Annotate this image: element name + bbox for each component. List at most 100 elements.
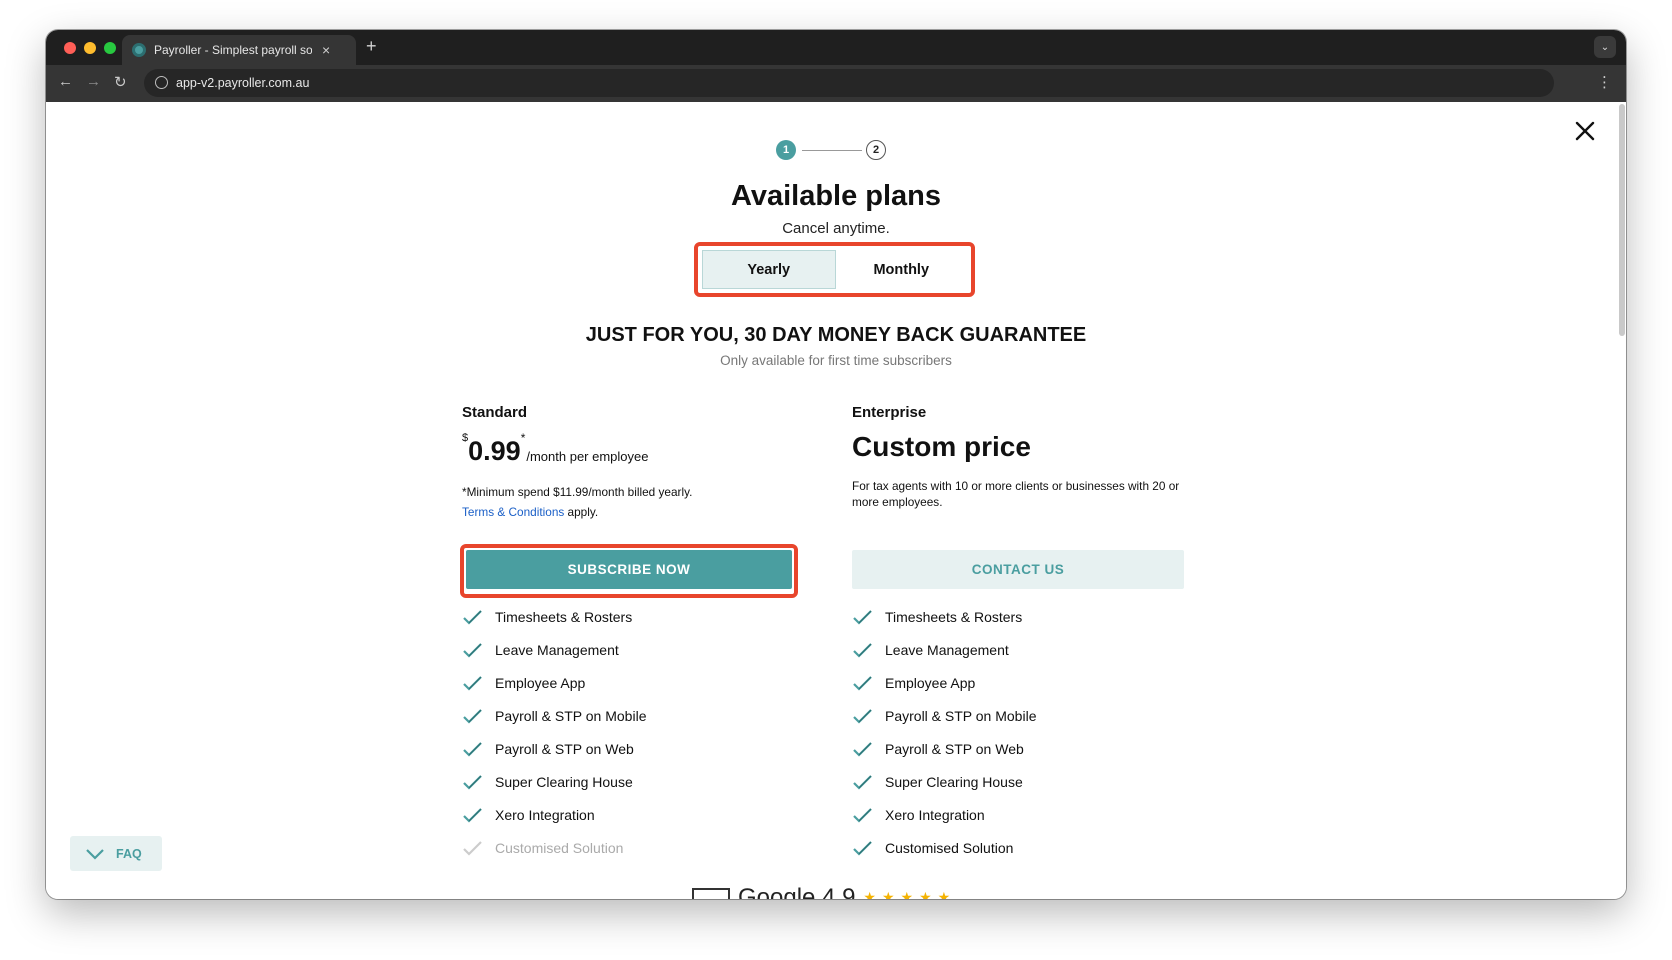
feature-item: Payroll & STP on Web <box>852 732 1212 765</box>
feature-label: Customised Solution <box>885 839 1014 856</box>
billing-period-toggle: Yearly Monthly <box>702 250 967 289</box>
plan-note: For tax agents with 10 or more clients o… <box>852 479 1180 509</box>
feature-item: Customised Solution <box>852 831 1212 864</box>
reload-icon[interactable]: ↻ <box>114 73 127 91</box>
step-connector <box>802 150 862 151</box>
browser-window: Payroller - Simplest payroll so × + ⌄ ← … <box>46 30 1626 899</box>
close-window-button[interactable] <box>64 42 76 54</box>
feature-label: Payroll & STP on Mobile <box>495 707 647 724</box>
check-icon <box>853 840 872 856</box>
feature-label: Payroll & STP on Web <box>495 740 634 757</box>
browser-menu-icon[interactable]: ⋮ <box>1597 73 1612 91</box>
terms-suffix: apply. <box>564 505 599 519</box>
terms-link[interactable]: Terms & Conditions <box>462 505 564 519</box>
feature-label: Super Clearing House <box>495 773 633 790</box>
plan-price: Custom price <box>852 431 1031 462</box>
page-title: Available plans <box>730 180 942 212</box>
page-subtitle: Cancel anytime. <box>782 220 890 237</box>
check-disabled-icon <box>463 840 482 856</box>
toggle-yearly[interactable]: Yearly <box>702 250 836 289</box>
window-controls <box>64 42 116 54</box>
feature-label: Employee App <box>495 674 586 691</box>
feature-label: Leave Management <box>495 641 619 658</box>
feature-label: Timesheets & Rosters <box>495 608 633 625</box>
check-icon <box>853 642 872 658</box>
tab-close-icon[interactable]: × <box>322 42 330 58</box>
maximize-window-button[interactable] <box>104 42 116 54</box>
feature-item-unavailable: Customised Solution <box>462 831 822 864</box>
price-amount: 0.99 <box>468 436 521 466</box>
contact-us-button[interactable]: CONTACT US <box>852 550 1184 589</box>
toggle-monthly[interactable]: Monthly <box>836 250 968 289</box>
payroller-favicon-icon <box>132 43 146 57</box>
back-arrow-icon[interactable]: ← <box>58 73 73 90</box>
feature-item: Payroll & STP on Mobile <box>852 699 1212 732</box>
rating-stars: ★★★★★ <box>863 889 957 899</box>
check-icon <box>463 642 482 658</box>
check-icon <box>853 609 872 625</box>
feature-item: Leave Management <box>462 633 822 666</box>
check-icon <box>853 708 872 724</box>
step-2-indicator: 2 <box>866 140 886 160</box>
feature-label: Super Clearing House <box>885 773 1023 790</box>
price-asterisk: * <box>520 431 526 445</box>
guarantee-subtext: Only available for first time subscriber… <box>720 353 952 368</box>
browser-tab[interactable]: Payroller - Simplest payroll so × <box>122 35 356 65</box>
plan-price: $ 0.99 * /month per employee <box>462 430 822 466</box>
plan-note: *Minimum spend $11.99/month billed yearl… <box>462 484 822 524</box>
check-icon <box>853 774 872 790</box>
address-bar[interactable]: app-v2.payroller.com.au <box>144 69 1554 97</box>
progress-stepper: 1 2 <box>776 140 886 160</box>
feature-item: Payroll & STP on Web <box>462 732 822 765</box>
faq-button[interactable]: FAQ <box>70 836 162 871</box>
feature-item: Employee App <box>462 666 822 699</box>
feature-list-enterprise: Timesheets & Rosters Leave Management Em… <box>852 600 1212 864</box>
feature-item: Payroll & STP on Mobile <box>462 699 822 732</box>
chevron-down-icon <box>86 848 104 860</box>
url-text: app-v2.payroller.com.au <box>176 76 310 90</box>
tab-search-chevron-icon[interactable]: ⌄ <box>1594 36 1616 58</box>
tab-title: Payroller - Simplest payroll so <box>154 43 312 57</box>
check-icon <box>463 708 482 724</box>
guarantee-headline: JUST FOR YOU, 30 DAY MONEY BACK GUARANTE… <box>585 324 1087 346</box>
subscribe-now-button[interactable]: SUBSCRIBE NOW <box>466 550 792 589</box>
feature-label: Customised Solution <box>495 839 624 856</box>
feature-item: Timesheets & Rosters <box>462 600 822 633</box>
browser-toolbar: ← → ↻ app-v2.payroller.com.au ⋮ <box>46 65 1626 102</box>
feature-item: Super Clearing House <box>462 765 822 798</box>
feature-item: Super Clearing House <box>852 765 1212 798</box>
rating-strip: Google 4.9 ★★★★★ <box>692 884 957 900</box>
feature-label: Timesheets & Rosters <box>885 608 1023 625</box>
terms-line: Terms & Conditions apply. <box>462 504 822 520</box>
feature-label: Employee App <box>885 674 976 691</box>
page-content: 1 2 Available plans Cancel anytime. Year… <box>46 102 1626 899</box>
feature-list-standard: Timesheets & Rosters Leave Management Em… <box>462 600 822 864</box>
feature-item: Xero Integration <box>852 798 1212 831</box>
new-tab-button[interactable]: + <box>366 36 377 57</box>
feature-item: Timesheets & Rosters <box>852 600 1212 633</box>
minimize-window-button[interactable] <box>84 42 96 54</box>
feature-item: Leave Management <box>852 633 1212 666</box>
rating-text: Google 4.9 <box>738 884 856 900</box>
plan-name: Enterprise <box>852 404 927 421</box>
site-info-icon[interactable] <box>155 76 168 89</box>
plan-name: Standard <box>462 404 528 421</box>
check-icon <box>463 741 482 757</box>
check-icon <box>463 774 482 790</box>
step-1-indicator: 1 <box>776 140 796 160</box>
check-icon <box>463 609 482 625</box>
plan-card-enterprise: Enterprise Custom price For tax agents w… <box>852 404 1212 518</box>
feature-label: Leave Management <box>885 641 1009 658</box>
faq-label: FAQ <box>116 846 142 861</box>
check-icon <box>853 807 872 823</box>
feature-label: Payroll & STP on Mobile <box>885 707 1037 724</box>
check-icon <box>463 675 482 691</box>
close-icon[interactable] <box>1574 120 1596 142</box>
check-icon <box>853 741 872 757</box>
forward-arrow-icon[interactable]: → <box>86 73 101 90</box>
feature-item: Xero Integration <box>462 798 822 831</box>
minimum-spend-note: *Minimum spend $11.99/month billed yearl… <box>462 485 693 499</box>
plan-card-standard: Standard $ 0.99 * /month per employee *M… <box>462 404 822 524</box>
feature-label: Xero Integration <box>495 806 595 823</box>
price-unit: /month per employee <box>526 449 649 464</box>
